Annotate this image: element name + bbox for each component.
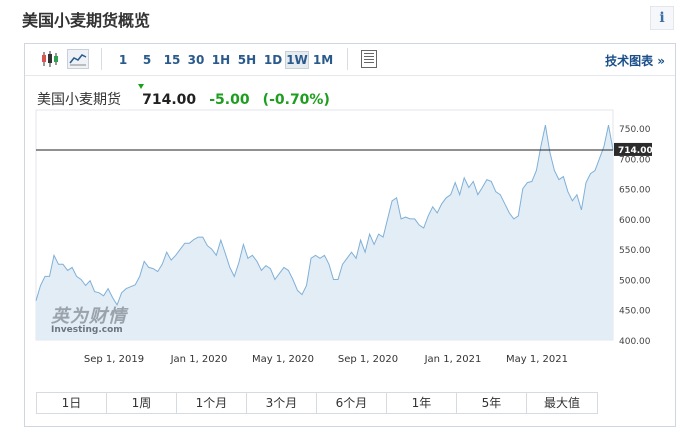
y-tick-label: 550.00	[619, 246, 651, 256]
current-price-tag-label: 714.00	[618, 146, 653, 156]
x-tick-label: May 1, 2021	[506, 354, 568, 365]
x-tick-label: Jan 1, 2020	[170, 354, 228, 365]
range-5y[interactable]: 5年	[457, 393, 527, 413]
watermark-logo: 英为财情 Investing.com	[51, 302, 127, 335]
y-tick-label: 400.00	[619, 337, 651, 347]
range-1d[interactable]: 1日	[37, 393, 107, 413]
chart-widget: 1 5 15 30 1H 5H 1D 1W 1M 技术图表 » 美国小麦期货 7…	[24, 43, 676, 427]
page-title: 美国小麦期货概览	[22, 11, 151, 30]
y-tick-label: 450.00	[619, 307, 651, 317]
y-tick-label: 600.00	[619, 216, 651, 226]
y-tick-label: 750.00	[619, 125, 651, 135]
range-1y[interactable]: 1年	[387, 393, 457, 413]
x-tick-label: May 1, 2020	[252, 354, 314, 365]
info-button[interactable]: i	[650, 6, 674, 30]
y-tick-label: 700.00	[619, 155, 651, 165]
watermark-en: Investing.com	[51, 325, 123, 335]
range-1m[interactable]: 1个月	[177, 393, 247, 413]
range-max[interactable]: 最大值	[527, 393, 597, 413]
y-tick-label: 500.00	[619, 276, 651, 286]
x-tick-label: Sep 1, 2020	[338, 354, 398, 365]
range-6m[interactable]: 6个月	[317, 393, 387, 413]
x-tick-label: Sep 1, 2019	[84, 354, 144, 365]
range-1w[interactable]: 1周	[107, 393, 177, 413]
range-3m[interactable]: 3个月	[247, 393, 317, 413]
y-tick-label: 650.00	[619, 186, 651, 196]
x-tick-label: Jan 1, 2021	[424, 354, 482, 365]
range-selector: 1日 1周 1个月 3个月 6个月 1年 5年 最大值	[36, 392, 598, 414]
